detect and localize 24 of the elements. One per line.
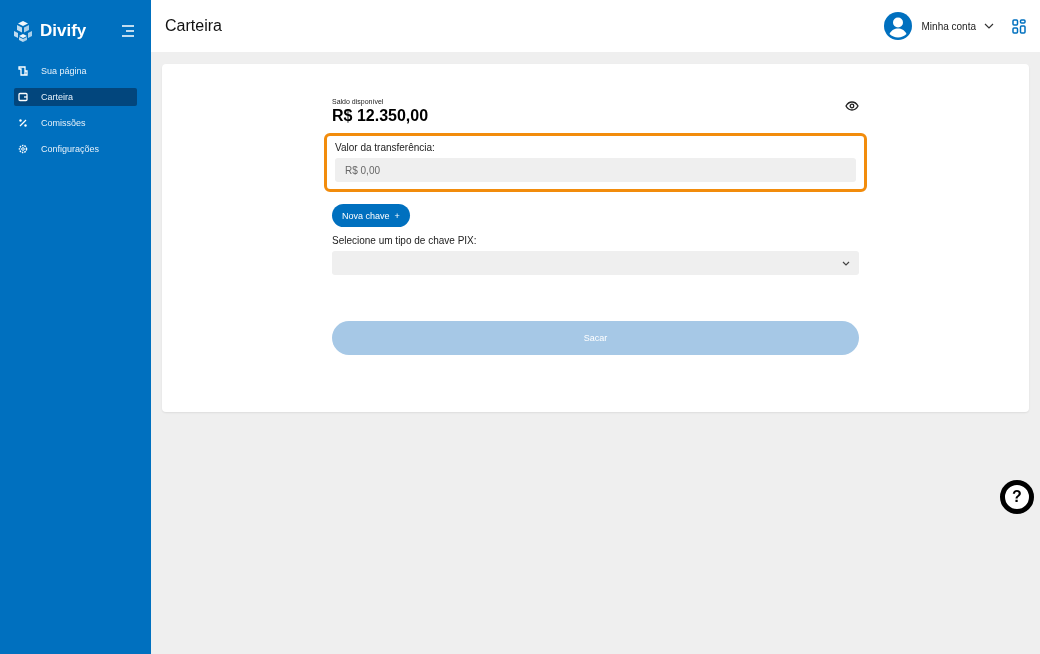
field-label: Selecione um tipo de chave PIX:	[332, 235, 478, 246]
chevron-down-icon	[984, 23, 994, 29]
sidebar-item[interactable]: Configurações	[14, 140, 137, 158]
gear-icon	[18, 144, 28, 154]
brand-name: Divify	[40, 21, 88, 41]
amount-field[interactable]: R$ 0,00	[335, 158, 856, 182]
balance-amount: R$ 12.350,00	[332, 107, 429, 125]
field-label: Valor da transferência:	[335, 142, 436, 153]
eye-icon[interactable]	[845, 101, 859, 111]
new-key-button[interactable]: Nova chave +	[332, 204, 410, 227]
sidebar-item[interactable]: Comissões	[14, 114, 137, 132]
sidebar-item[interactable]: Carteira	[14, 88, 137, 106]
sidebar-item[interactable]: Sua página	[14, 62, 137, 80]
page-title: Carteira	[165, 17, 222, 35]
grid-icon[interactable]	[1012, 18, 1026, 34]
chevron-down-icon	[842, 260, 850, 266]
account-menu[interactable]: Minha conta	[921, 20, 994, 32]
avatar-icon	[883, 12, 912, 40]
percent-icon	[18, 118, 28, 128]
help-button[interactable]: ?	[1000, 480, 1034, 514]
menu-icon[interactable]	[121, 25, 135, 37]
wallet-icon	[18, 92, 28, 102]
page-icon	[18, 66, 28, 76]
cubes-logo-icon	[12, 20, 34, 42]
